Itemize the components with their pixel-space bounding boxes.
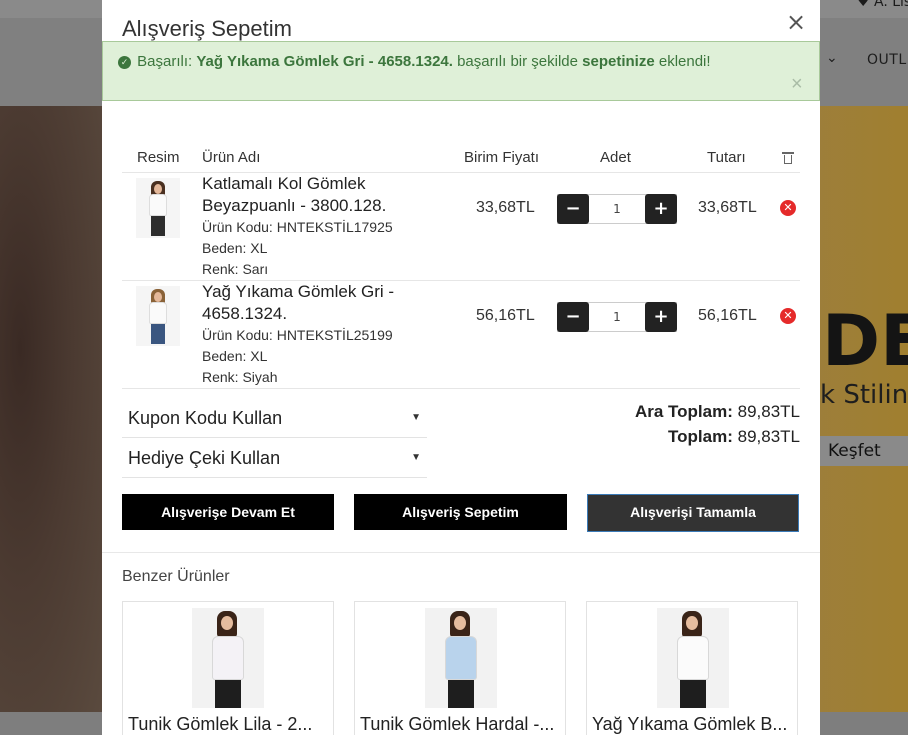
table-divider (122, 388, 800, 389)
coupon-code-toggle[interactable]: Kupon Kodu Kullan ▼ (122, 398, 427, 438)
success-alert: ✓ Başarılı: Yağ Yıkama Gömlek Gri - 4658… (102, 41, 820, 101)
caret-down-icon: ▼ (411, 412, 421, 423)
similar-product-name[interactable]: Tunik Gömlek Hardal -... (360, 714, 562, 735)
header-quantity: Adet (600, 149, 631, 166)
similar-product-card[interactable]: Tunik Gömlek Hardal -... (354, 601, 566, 735)
cart-modal: Alışveriş Sepetim × ✓ Başarılı: Yağ Yıka… (102, 0, 820, 735)
alert-cart-link[interactable]: sepetinize (582, 53, 655, 70)
background-hero-button-label: Keşfet (828, 441, 881, 461)
product-name-link[interactable]: Katlamalı Kol Gömlek Beyazpuanlı - 3800.… (202, 173, 422, 217)
quantity-input[interactable]: 1 (589, 303, 645, 331)
shirt-swatch (445, 636, 477, 680)
total-label: Toplam: (668, 427, 733, 446)
coupon-code-label: Kupon Kodu Kullan (128, 408, 283, 428)
product-image[interactable] (425, 608, 497, 708)
product-code: Ürün Kodu: HNTEKSTİL25199 (202, 327, 393, 343)
similar-product-name[interactable]: Tunik Gömlek Lila - 2... (128, 714, 330, 735)
quantity-stepper: − 1 + (557, 194, 677, 224)
background-hero-model (0, 106, 102, 712)
increase-quantity-button[interactable]: + (645, 194, 677, 224)
line-total: 56,16TL (698, 307, 757, 324)
product-color: Renk: Sarı (202, 261, 269, 277)
view-cart-button[interactable]: Alışveriş Sepetim (354, 494, 567, 530)
product-size: Beden: XL (202, 348, 268, 364)
total-value: 89,83TL (737, 427, 800, 446)
trash-icon (782, 152, 794, 164)
subtotal-value: 89,83TL (737, 402, 800, 421)
subtotal: Ara Toplam: 89,83TL (635, 402, 800, 422)
similar-product-name[interactable]: Yağ Yıkama Gömlek B... (592, 714, 794, 735)
quantity-input[interactable]: 1 (589, 195, 645, 223)
alert-close-icon[interactable]: × (791, 74, 803, 94)
decrease-quantity-button[interactable]: − (557, 194, 589, 224)
shirt-swatch (212, 636, 244, 680)
line-total: 33,68TL (698, 199, 757, 216)
remove-item-icon[interactable]: ✕ (780, 308, 796, 324)
quantity-stepper: − 1 + (557, 302, 677, 332)
alert-suffix: eklendi! (658, 53, 711, 70)
alert-middle-text: başarılı bir şekilde (457, 53, 578, 70)
section-divider (102, 552, 820, 553)
header-unit-price: Birim Fiyatı (464, 149, 539, 166)
product-thumbnail[interactable] (136, 286, 180, 346)
alert-product-name: Yağ Yıkama Gömlek Gri - 4658.1324. (196, 53, 453, 70)
background-hero-subtitle: k Stilini (820, 380, 908, 410)
header-product-name: Ürün Adı (202, 149, 261, 166)
product-code: Ürün Kodu: HNTEKSTİL17925 (202, 219, 393, 235)
background-favorites-link: ♥ A. Liste (857, 0, 908, 10)
caret-down-icon: ▼ (411, 452, 421, 463)
product-image[interactable] (657, 608, 729, 708)
background-nav-outlet: OUTLET (867, 52, 908, 68)
alert-prefix: Başarılı: (137, 53, 193, 70)
increase-quantity-button[interactable]: + (645, 302, 677, 332)
unit-price: 33,68TL (476, 199, 535, 216)
grand-total: Toplam: 89,83TL (668, 427, 800, 447)
subtotal-label: Ara Toplam: (634, 402, 733, 421)
background-hero-headline: DE (822, 300, 908, 382)
modal-title: Alışveriş Sepetim (122, 16, 292, 41)
shirt-swatch (677, 636, 709, 680)
header-image: Resim (137, 149, 180, 166)
similar-product-card[interactable]: Yağ Yıkama Gömlek B... (586, 601, 798, 735)
product-thumbnail[interactable] (136, 178, 180, 238)
checkout-button[interactable]: Alışverişi Tamamla (587, 494, 799, 532)
product-size: Beden: XL (202, 240, 268, 256)
header-total: Tutarı (707, 149, 746, 166)
close-icon[interactable]: × (786, 10, 806, 34)
gift-card-label: Hediye Çeki Kullan (128, 448, 281, 468)
unit-price: 56,16TL (476, 307, 535, 324)
similar-product-card[interactable]: Tunik Gömlek Lila - 2... (122, 601, 334, 735)
check-circle-icon: ✓ (118, 56, 131, 69)
product-color: Renk: Siyah (202, 369, 278, 385)
product-image[interactable] (192, 608, 264, 708)
product-name-link[interactable]: Yağ Yıkama Gömlek Gri - 4658.1324. (202, 281, 422, 325)
continue-shopping-button[interactable]: Alışverişe Devam Et (122, 494, 334, 530)
gift-card-toggle[interactable]: Hediye Çeki Kullan ▼ (122, 438, 427, 478)
decrease-quantity-button[interactable]: − (557, 302, 589, 332)
remove-item-icon[interactable]: ✕ (780, 200, 796, 216)
similar-products-title: Benzer Ürünler (122, 568, 230, 585)
chevron-down-icon: ⌄ (826, 50, 838, 66)
